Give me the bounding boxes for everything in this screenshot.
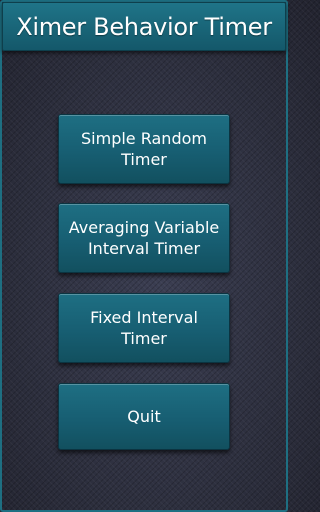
simple-random-timer-button[interactable]: Simple Random Timer [58,114,230,184]
fixed-interval-timer-button[interactable]: Fixed Interval Timer [58,293,230,363]
simple-random-timer-label: Simple Random Timer [81,129,207,169]
app-title: Ximer Behavior Timer [16,12,272,41]
averaging-variable-interval-timer-label: Averaging Variable Interval Timer [68,218,220,258]
quit-button[interactable]: Quit [58,383,230,450]
fixed-interval-timer-label: Fixed Interval Timer [90,308,198,348]
title-bar: Ximer Behavior Timer [2,2,286,51]
quit-label: Quit [127,407,161,426]
averaging-variable-interval-timer-button[interactable]: Averaging Variable Interval Timer [58,203,230,273]
